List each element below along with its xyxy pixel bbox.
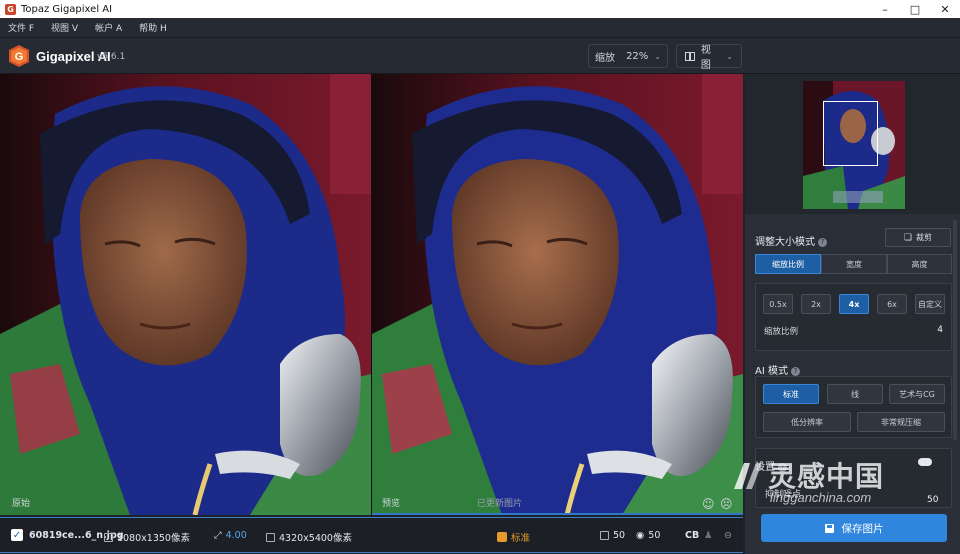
menu-account[interactable]: 帐户 A: [95, 21, 122, 34]
minimize-button[interactable]: –: [870, 0, 900, 18]
settings-title: 设置?: [755, 458, 787, 473]
zoom-value: 22%: [626, 50, 649, 62]
maximize-button[interactable]: □: [900, 0, 930, 18]
save-icon: [824, 523, 834, 533]
chevron-down-icon: ⌄: [654, 51, 661, 61]
preview-image-pane[interactable]: 预览 已更新图片 ☺ ☹: [372, 74, 743, 515]
app-logo-icon: G: [5, 3, 16, 15]
blur-icon: ◉: [636, 530, 645, 541]
scale-options: 0.5x 2x 4x 6x 自定义 缩放比例 4: [755, 283, 952, 351]
save-image-label: 保存图片: [841, 522, 884, 535]
split-view-icon: [685, 51, 695, 61]
noise-icon: [600, 531, 609, 540]
scale-label: 缩放比例: [764, 327, 799, 337]
scale-custom[interactable]: 自定义: [915, 294, 945, 314]
help-icon[interactable]: ?: [818, 238, 827, 247]
ai-standard[interactable]: 标准: [763, 384, 819, 404]
app-header: G Gigapixel AI v5.6.1 缩放 22% ⌄ 视图 ⌄: [0, 38, 960, 74]
mode-width[interactable]: 宽度: [821, 254, 887, 274]
help-icon[interactable]: ?: [790, 367, 800, 376]
ai-lines[interactable]: 线: [827, 384, 883, 404]
ai-compressed[interactable]: 非常规压缩: [857, 412, 945, 432]
ai-mode-icon: [497, 532, 507, 542]
menu-file[interactable]: 文件 F: [8, 21, 34, 34]
view-label: 视图: [700, 45, 711, 71]
output-size: 4320x5400像素: [279, 533, 352, 544]
zoom-label: 缩放: [595, 52, 615, 64]
input-size: 1080x1350像素: [117, 533, 190, 544]
noise-value: 50: [613, 530, 626, 541]
preview-photo: [372, 74, 743, 515]
preview-progress-bar: [372, 513, 743, 515]
scale-factor: 4.00: [225, 530, 247, 541]
window-title: Topaz Gigapixel AI: [21, 3, 113, 15]
settings-toggle[interactable]: [918, 458, 932, 466]
scale-6x[interactable]: 6x: [877, 294, 907, 314]
file-checkbox[interactable]: ✓: [11, 529, 23, 541]
resize-mode-title: 调整大小模式?: [755, 233, 827, 248]
ai-model-options: 标准 线 艺术与CG 低分辨率 非常规压缩: [755, 376, 952, 438]
expand-icon: ⤢: [214, 530, 222, 541]
help-icon[interactable]: ?: [778, 463, 787, 472]
close-button[interactable]: ✕: [930, 0, 960, 18]
smile-icon[interactable]: ☺: [702, 497, 715, 511]
file-status-bar: ✓ 60819ce...6_n.jpg 1080x1350像素 ⤢ 4.00 4…: [0, 517, 743, 553]
crop-icon: ❏: [903, 232, 913, 243]
ai-low-res[interactable]: 低分辨率: [763, 412, 851, 432]
original-label: 原始: [12, 499, 31, 509]
chevron-down-icon: ⌄: [726, 51, 733, 61]
blur-value: 50: [648, 530, 661, 541]
preview-label: 预览: [382, 499, 401, 509]
noise-suppress-value: 50: [927, 495, 939, 505]
ai-model-title: AI 模式?: [755, 362, 800, 377]
menu-bar: 文件 F 视图 V 帐户 A 帮助 H: [0, 18, 960, 38]
frown-icon[interactable]: ☹: [720, 497, 733, 511]
ai-mode-value: 标准: [511, 533, 531, 544]
view-dropdown[interactable]: 视图 ⌄: [676, 44, 742, 71]
settings-panel: 调整大小模式? ❏ 裁剪 缩放比例 宽度 高度 0.5x 2x 4x 6x 自定…: [745, 74, 960, 554]
crop-button[interactable]: ❏ 裁剪: [885, 228, 951, 247]
original-image-pane[interactable]: 原始: [0, 74, 371, 515]
version-label: v5.6.1: [97, 52, 126, 62]
zoom-dropdown[interactable]: 缩放 22% ⌄: [588, 44, 668, 68]
menu-help[interactable]: 帮助 H: [139, 21, 167, 34]
input-size-icon: [104, 532, 113, 542]
scale-value: 4: [937, 325, 943, 335]
cb-label: CB: [685, 530, 700, 541]
ai-art-cg[interactable]: 艺术与CG: [889, 384, 945, 404]
save-image-button[interactable]: 保存图片: [761, 514, 947, 542]
scale-4x[interactable]: 4x: [839, 294, 869, 314]
noise-suppress-label: 抑制噪点: [765, 490, 802, 500]
navigator-viewport[interactable]: [823, 101, 878, 166]
scale-2x[interactable]: 2x: [801, 294, 831, 314]
scale-0-5x[interactable]: 0.5x: [763, 294, 793, 314]
menu-view[interactable]: 视图 V: [51, 21, 78, 34]
output-size-icon: [266, 532, 275, 542]
gigapixel-logo-icon: G: [9, 45, 29, 67]
original-photo: [0, 74, 371, 515]
svg-text:G: G: [15, 51, 24, 63]
face-icon[interactable]: ♟: [704, 530, 713, 541]
preview-status: 已更新图片: [477, 499, 523, 509]
mode-scale[interactable]: 缩放比例: [755, 254, 821, 274]
mode-height[interactable]: 高度: [887, 254, 952, 274]
title-bar: G Topaz Gigapixel AI – □ ✕: [0, 0, 960, 18]
remove-icon[interactable]: ⊖: [724, 530, 732, 541]
panel-scrollbar[interactable]: [953, 220, 957, 440]
navigator: [745, 74, 960, 214]
